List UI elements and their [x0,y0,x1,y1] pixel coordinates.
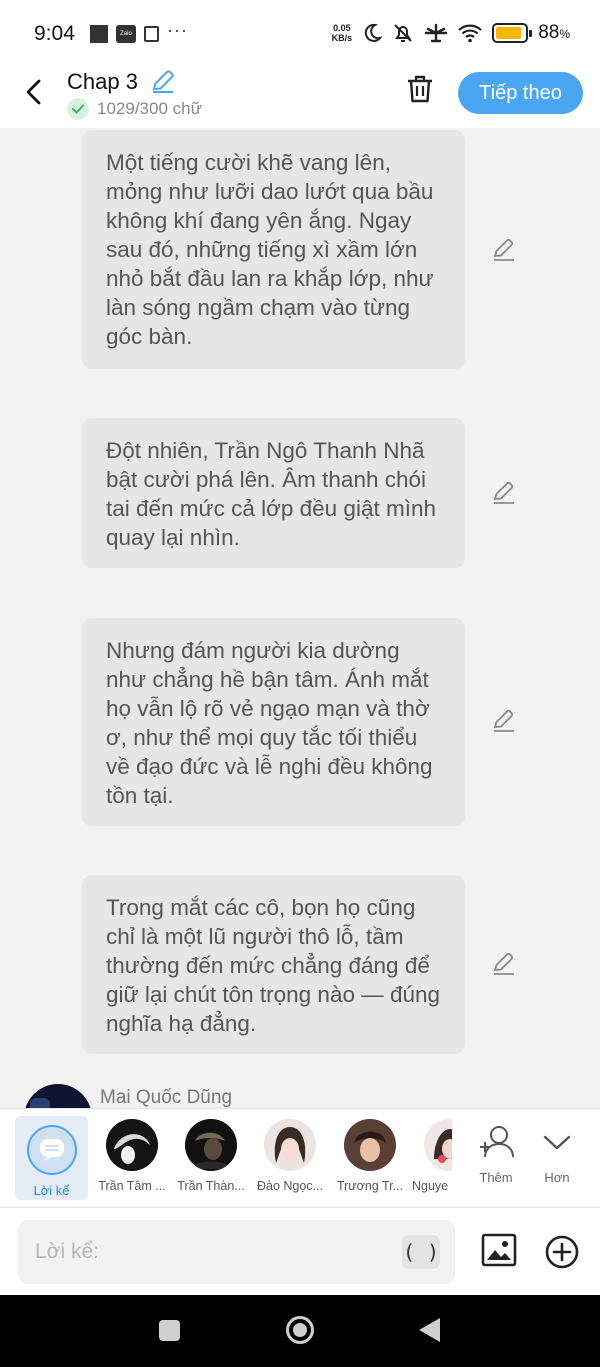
avatar [344,1119,396,1171]
story-message[interactable]: Trong mắt các cô, bọn họ cũng chỉ là một… [82,875,465,1054]
character-name: Trần Tâm ... [98,1179,166,1193]
narrator-button[interactable]: Lời kể [15,1116,88,1200]
word-count: 1029/300 chữ [67,98,202,120]
avatar[interactable] [24,1084,92,1110]
chapter-title: Chap 3 [67,69,138,94]
wifi-icon [458,24,482,43]
character-item[interactable]: Trương Tr... [330,1117,410,1193]
more-characters-button[interactable]: Hơn [527,1123,587,1185]
add-character-button[interactable]: Thêm [466,1123,526,1185]
character-item[interactable]: Đào Ngọc... [250,1117,330,1193]
pencil-icon[interactable] [150,68,176,94]
status-time: 9:04 [34,22,75,45]
story-message[interactable]: Một tiếng cười khẽ vang lên, mỏng như lư… [82,130,465,369]
battery-icon [492,23,533,43]
character-item[interactable]: Nguye [410,1117,452,1193]
more-characters-label: Hơn [544,1170,570,1185]
home-icon[interactable] [286,1316,314,1344]
notification-icons: Zalo ··· [90,20,188,43]
chevron-left-icon[interactable] [22,78,46,106]
avatar [185,1119,237,1171]
status-bar: 9:04 Zalo ··· 0.05 KB/s 88% [0,0,600,66]
recent-apps-icon[interactable] [159,1320,180,1341]
screenshot-icon [144,26,159,42]
avatar [424,1119,452,1171]
chat-bubble-icon [26,1125,77,1175]
character-name: Nguye [412,1179,449,1193]
word-count-text: 1029/300 chữ [97,99,202,118]
character-name: Trần Thàn... [177,1179,245,1193]
add-character-label: Thêm [479,1170,513,1185]
back-icon[interactable] [419,1318,440,1342]
character-item[interactable]: Trần Tâm ... [92,1117,172,1193]
character-name: Đào Ngọc... [256,1179,323,1193]
battery-level [496,27,521,39]
story-message[interactable]: Đột nhiên, Trần Ngô Thanh Nhã bật cười p… [82,418,465,568]
more-notifications-icon: ··· [167,19,188,40]
person-add-icon [480,1126,514,1158]
pencil-icon[interactable] [492,708,516,734]
check-circle-icon [67,98,89,120]
narrator-label: Lời kể [33,1183,70,1198]
pencil-icon[interactable] [492,951,516,977]
network-speed: 0.05 KB/s [331,23,353,43]
system-icons: 0.05 KB/s 88% [332,22,570,44]
chevron-down-icon [543,1135,571,1150]
bell-off-icon [394,24,412,42]
plus-circle-icon[interactable] [545,1235,579,1269]
author-name: Mai Quốc Dũng [100,1087,233,1108]
character-item[interactable]: Trần Thàn... [171,1117,251,1193]
character-name: Trương Tr... [336,1179,404,1193]
airplane-icon [424,23,448,43]
next-button[interactable]: Tiếp theo [458,72,583,114]
avatar [264,1119,316,1171]
system-nav-bar [0,1295,600,1367]
battery-percent: 88% [538,22,570,43]
story-message[interactable]: Nhưng đám người kia dường như chẳng hề b… [82,618,465,826]
character-selector: Lời kể Trần Tâm ... Trần Thàn... Đào Ngọ… [0,1108,600,1206]
pencil-icon[interactable] [492,480,516,506]
chapter-header: Chap 3 1029/300 chữ Tiếp theo [0,66,600,128]
pencil-icon[interactable] [492,237,516,263]
composer-bar: ( ) [0,1207,600,1295]
avatar [106,1119,158,1171]
trash-icon[interactable] [406,74,434,104]
image-icon[interactable] [481,1233,517,1267]
author-row: Mai Quốc Dũng [0,1082,600,1110]
moon-icon [365,23,383,42]
app-notification-icon [90,25,108,43]
zalo-icon: Zalo [116,25,136,43]
narration-input[interactable] [18,1220,455,1284]
parentheses-button[interactable]: ( ) [402,1235,440,1269]
